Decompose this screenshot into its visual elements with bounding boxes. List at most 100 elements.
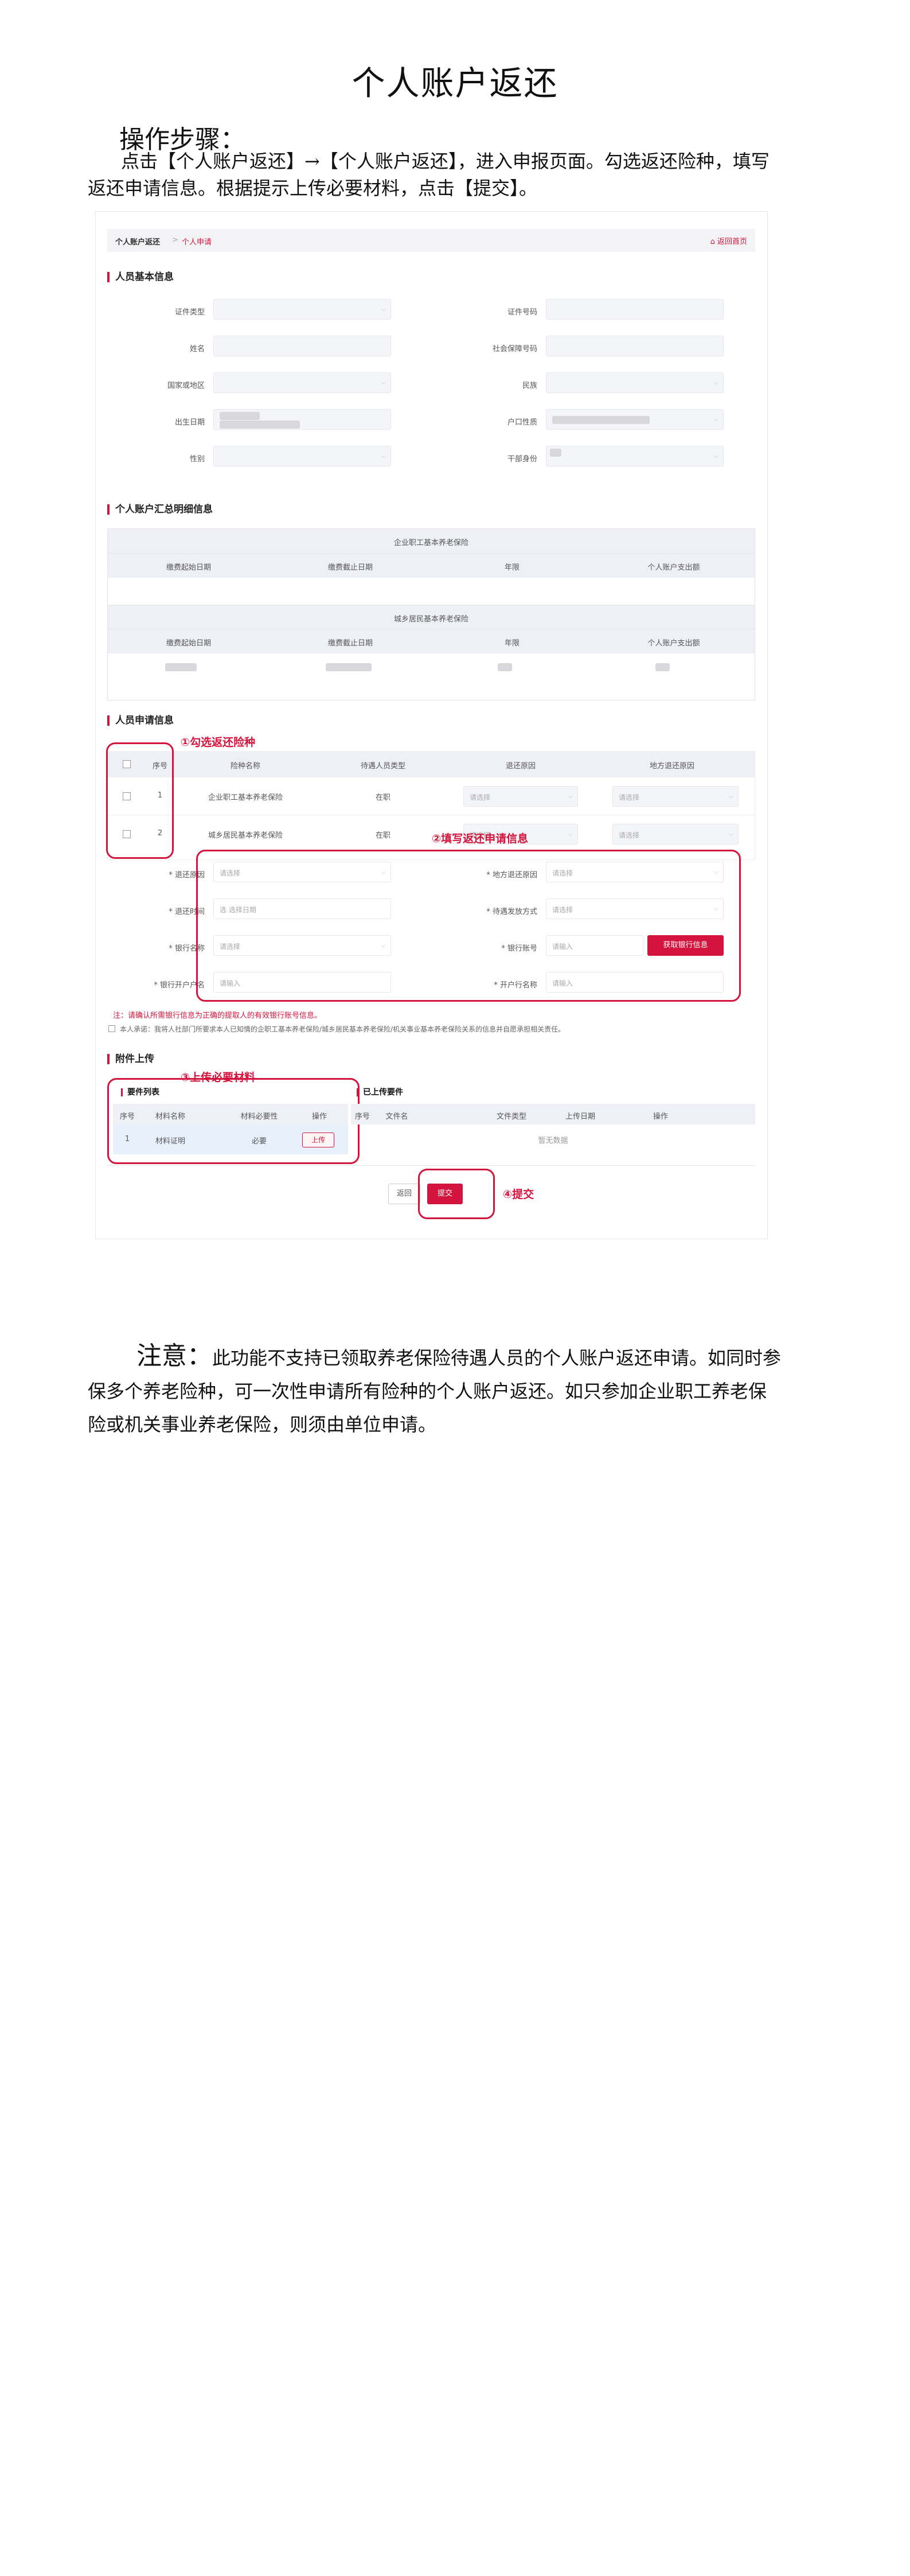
column-header: 缴费起始日期 缴费截止日期 年限 个人账户支出额 <box>108 629 755 653</box>
note-paragraph: 注意：此功能不支持已领取养老保险待遇人员的个人账户返还申请。如同时参保多个养老险… <box>88 1340 782 1441</box>
branch-name-input[interactable]: 请输入 <box>546 972 724 993</box>
cadre-status-select[interactable]: ⌵ <box>546 446 724 466</box>
field-label: 国家或地区 <box>167 382 205 390</box>
chevron-down-icon: ⌵ <box>713 905 718 912</box>
back-button[interactable]: 返回 <box>388 1184 420 1204</box>
annotation-2: ②填写返还申请信息 <box>432 832 529 845</box>
chevron-down-icon: ⌵ <box>713 452 718 460</box>
uploaded-list-heading: 已上传要件 <box>357 1088 403 1096</box>
table-row: 2 城乡居民基本养老保险 在职 请选择 ⌵ 请选择 ⌵ <box>108 815 755 853</box>
ethnicity-select[interactable]: ⌵ <box>546 372 724 393</box>
column-header-cell: 缴费起始日期 <box>166 639 211 648</box>
column-header: 序号 险种名称 待遇人员类型 退还原因 地方退还原因 <box>108 752 755 777</box>
home-icon: ⌂ <box>710 238 717 246</box>
breadcrumb: 个人账户返还 > 个人申请 ⌂ 返回首页 <box>107 229 755 252</box>
blurred-value <box>220 412 260 420</box>
bank-account-input[interactable]: 请输入 <box>546 935 643 956</box>
annotation-4: ④提交 <box>503 1188 534 1201</box>
row-insurance-name: 城乡居民基本养老保险 <box>208 831 283 840</box>
breadcrumb-root[interactable]: 个人账户返还 <box>115 236 160 247</box>
refund-reason-select[interactable]: 请选择 ⌵ <box>213 862 391 882</box>
embedded-screenshot: 个人账户返还 > 个人申请 ⌂ 返回首页 人员基本信息 证件类型 ⌵ 姓名 国家… <box>95 211 768 1239</box>
insurance-table: 序号 险种名称 待遇人员类型 退还原因 地方退还原因 1 企业职工基本养老保险 … <box>107 751 755 860</box>
blurred-value <box>552 416 650 424</box>
field-label: 民族 <box>522 382 537 390</box>
fetch-bank-info-button[interactable]: 获取银行信息 <box>647 935 724 956</box>
field-label: 社会保障号码 <box>492 345 537 353</box>
row-person-type: 在职 <box>375 793 390 802</box>
blurred-value <box>165 663 197 671</box>
column-header-cell: 操作 <box>653 1112 668 1121</box>
column-header-cell: 险种名称 <box>230 762 260 771</box>
chevron-down-icon: ⌵ <box>568 830 573 838</box>
group-header: 企业职工基本养老保险 <box>108 529 755 553</box>
chevron-down-icon: ⌵ <box>713 415 718 423</box>
divider <box>107 1165 755 1166</box>
breadcrumb-separator: > <box>172 236 178 244</box>
hukou-select[interactable]: ⌵ <box>546 409 724 430</box>
field-label: 证件号码 <box>507 308 537 317</box>
blurred-value <box>550 449 561 457</box>
chevron-down-icon: ⌵ <box>381 305 386 313</box>
name-field[interactable] <box>213 336 391 356</box>
chevron-down-icon: ⌵ <box>568 792 573 800</box>
social-security-field[interactable] <box>546 336 724 356</box>
field-label: * 银行开户户名 <box>154 981 205 990</box>
row-local-reason-select[interactable]: 请选择 ⌵ <box>612 786 739 807</box>
country-select[interactable]: ⌵ <box>213 372 391 393</box>
column-header-cell: 上传日期 <box>565 1112 595 1121</box>
annotation-box-1 <box>106 742 174 859</box>
id-number-field[interactable] <box>546 299 724 320</box>
field-label: 干部身份 <box>507 455 537 464</box>
field-label: * 银行名称 <box>169 944 205 953</box>
birth-date-field[interactable] <box>213 409 391 430</box>
row-reason-select[interactable]: 请选择 ⌵ <box>463 786 578 807</box>
steps-paragraph: 点击【个人账户返还】→【个人账户返还】，进入申报页面。勾选返还险种，填写返还申请… <box>88 150 770 199</box>
id-type-select[interactable]: ⌵ <box>213 299 391 320</box>
row-person-type: 在职 <box>375 831 390 840</box>
gender-select[interactable]: ⌵ <box>213 446 391 466</box>
field-label: 姓名 <box>189 345 205 353</box>
field-label: * 开户行名称 <box>494 981 537 990</box>
field-label: 户口性质 <box>507 418 537 427</box>
annotation-box-4 <box>418 1169 495 1219</box>
refund-date-picker[interactable]: 选 选择日期 <box>213 898 391 919</box>
document-title: 个人账户返还 <box>351 64 559 103</box>
field-label: 证件类型 <box>174 308 205 317</box>
annotation-box-3 <box>107 1078 360 1164</box>
column-header-cell: 年限 <box>504 563 520 572</box>
chevron-down-icon: ⌵ <box>381 868 386 875</box>
group-title: 企业职工基本养老保险 <box>393 539 468 547</box>
promise-text: 本人承诺：我将人社部门所要求本人已知情的企职工基本养老保险/城乡居民基本养老保险… <box>120 1025 565 1033</box>
column-header-cell: 地方退还原因 <box>649 762 694 771</box>
chevron-down-icon: ⌵ <box>381 941 386 949</box>
column-header-cell: 退还原因 <box>505 762 536 771</box>
column-header-cell: 个人账户支出额 <box>647 563 700 572</box>
return-home-link[interactable]: ⌂ 返回首页 <box>710 235 747 246</box>
row-insurance-name: 企业职工基本养老保险 <box>208 793 283 802</box>
promise-checkbox[interactable] <box>108 1025 115 1032</box>
field-label: * 银行账号 <box>501 944 537 953</box>
row-local-reason-select[interactable]: 请选择 ⌵ <box>612 824 739 845</box>
section-account-summary: 个人账户汇总明细信息 <box>107 504 213 515</box>
section-apply-info: 人员申请信息 <box>107 715 174 726</box>
note-label: 注意： <box>136 1341 212 1371</box>
group-header: 城乡居民基本养老保险 <box>108 605 755 629</box>
annotation-1: ①勾选返还险种 <box>181 736 256 749</box>
bank-name-select[interactable]: 请选择 ⌵ <box>213 935 391 956</box>
column-header-cell: 序号 <box>354 1112 370 1121</box>
pay-method-select[interactable]: 请选择 ⌵ <box>546 898 724 919</box>
table-row: 1 企业职工基本养老保险 在职 请选择 ⌵ 请选择 ⌵ <box>108 777 755 815</box>
field-label: 出生日期 <box>174 418 205 427</box>
chevron-down-icon: ⌵ <box>381 379 386 386</box>
chevron-down-icon: ⌵ <box>728 830 733 838</box>
chevron-down-icon: ⌵ <box>728 792 733 800</box>
uploaded-table-header: 序号 文件名 文件类型 上传日期 操作 <box>351 1104 755 1124</box>
account-holder-input[interactable]: 请输入 <box>213 972 391 993</box>
local-reason-select[interactable]: 请选择 ⌵ <box>546 862 724 882</box>
field-label: * 退还原因 <box>169 871 205 880</box>
section-basic-info: 人员基本信息 <box>107 272 174 282</box>
section-attachments: 附件上传 <box>107 1054 154 1064</box>
blurred-value <box>655 663 670 671</box>
column-header: 缴费起始日期 缴费截止日期 年限 个人账户支出额 <box>108 553 755 578</box>
